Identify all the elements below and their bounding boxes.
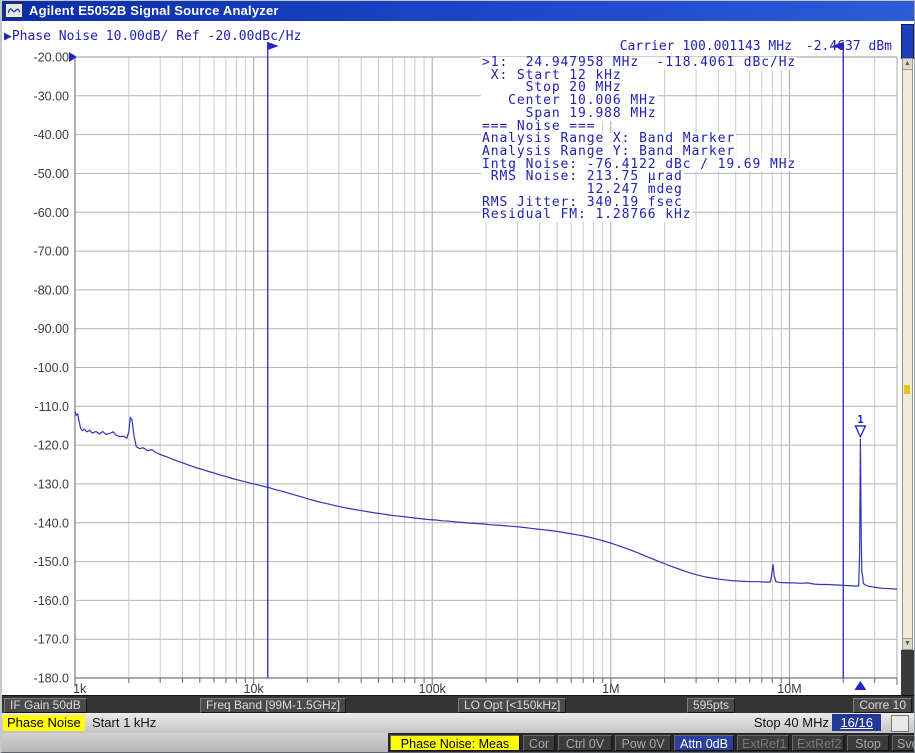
taskbar-ctrl-button[interactable]: Ctrl 0V [558, 735, 612, 751]
y-tick-label: -170.0 [34, 633, 69, 647]
points-badge[interactable]: 595pts [687, 698, 735, 713]
x-tick-label: 10k [244, 682, 265, 695]
trace-scale-label: Phase Noise 10.00dB/ Ref -20.00dBc/Hz [12, 29, 302, 44]
y-tick-label: -30.00 [34, 89, 69, 103]
taskbar-power-button[interactable]: Pow 0V [615, 735, 671, 751]
y-tick-label: -70.00 [34, 245, 69, 259]
y-tick-label: -180.0 [34, 672, 69, 686]
scrollbar-thumb[interactable] [901, 24, 914, 59]
y-tick-label: -50.00 [34, 167, 69, 181]
app-icon [5, 3, 23, 18]
y-tick-label: -150.0 [34, 555, 69, 569]
marker-1-symbol[interactable] [855, 426, 865, 437]
scroll-up-icon[interactable]: ▲ [902, 58, 913, 70]
x-axis-labels: 1k 10k 100k 1M 10M [73, 682, 802, 695]
y-tick-label: -100.0 [34, 361, 69, 375]
taskbar-stop-button[interactable]: Stop [847, 735, 889, 751]
taskbar-measurement-button[interactable]: Phase Noise: Meas [390, 735, 520, 751]
freq-band-badge[interactable]: Freq Band [99M-1.5GHz] [200, 698, 346, 713]
y-tick-label: -160.0 [34, 594, 69, 608]
phase-noise-trace [75, 411, 897, 589]
taskbar-svc-button[interactable]: Svc [892, 735, 915, 751]
waveform-icon-glyph [8, 6, 20, 15]
hardware-status-bar: IF Gain 50dB Freq Band [99M-1.5GHz] LO O… [0, 695, 915, 714]
y-tick-label: -80.00 [34, 283, 69, 297]
x-tick-label: 1M [602, 682, 619, 695]
marker-1-label: 1 [857, 413, 864, 426]
y-tick-label: -140.0 [34, 516, 69, 530]
y-tick-label: -90.00 [34, 322, 69, 336]
window-title: Agilent E5052B Signal Source Analyzer [29, 3, 279, 18]
marker-1-position-triangle-icon[interactable] [854, 681, 866, 690]
scrollbar-marker [904, 385, 910, 394]
ref-level-arrow-icon[interactable] [69, 52, 77, 62]
scroll-down-icon[interactable]: ▼ [902, 638, 913, 650]
scrollbar-track[interactable] [902, 58, 913, 650]
x-tick-label: 10M [777, 682, 801, 695]
taskbar-cor-button[interactable]: Cor [523, 735, 555, 751]
y-tick-label: -110.0 [34, 400, 69, 414]
carrier-power: -2.4637 dBm [806, 39, 892, 54]
taskbar-extref2-button[interactable]: ExtRef2 [792, 735, 844, 751]
title-bar: Agilent E5052B Signal Source Analyzer [0, 0, 915, 21]
carrier-frequency: Carrier 100.001143 MHz [620, 39, 792, 54]
stop-freq-label: Stop 40 MHz [754, 715, 829, 731]
lo-opt-badge[interactable]: LO Opt [<150kHz] [458, 698, 566, 713]
taskbar-keys: Phase Noise: Meas Cor Ctrl 0V Pow 0V Att… [388, 733, 915, 753]
y-tick-label: -60.00 [34, 206, 69, 220]
y-tick-label: -40.00 [34, 128, 69, 142]
taskbar-attenuator-button[interactable]: Attn 0dB [674, 735, 734, 751]
x-tick-label: 1k [73, 682, 87, 695]
carrier-readout: Carrier 100.001143 MHz -2.4637 dBm [619, 39, 893, 54]
y-tick-label: -120.0 [34, 439, 69, 453]
if-gain-badge[interactable]: IF Gain 50dB [4, 698, 87, 713]
y-tick-label: -20.00 [34, 51, 69, 65]
status-square[interactable] [891, 715, 909, 732]
start-freq-label: Start 1 kHz [92, 715, 156, 731]
side-scrollbar[interactable]: ▲ ▼ [901, 22, 914, 695]
measurement-status-bar: Phase Noise Start 1 kHz Stop 40 MHz 16/1… [0, 713, 915, 734]
active-trace-arrow-icon: ▶ [4, 29, 12, 44]
correction-badge[interactable]: Corre 10 [853, 698, 912, 713]
trace-scale-readout: ▶Phase Noise 10.00dB/ Ref -20.00dBc/Hz [4, 29, 301, 44]
y-axis-labels: -20.00 -30.00 -40.00 -50.00 -60.00 -70.00 -80.… [34, 51, 70, 686]
x-tick-label: 100k [419, 682, 447, 695]
readout-line: Residual FM: 1.28766 kHz [481, 209, 692, 222]
instrument-taskbar: Phase Noise: Meas Cor Ctrl 0V Pow 0V Att… [0, 733, 915, 753]
mode-badge[interactable]: Phase Noise [3, 715, 85, 731]
scrollbar-lower-panel [901, 650, 914, 696]
x-axis-ticks [75, 678, 897, 685]
taskbar-extref1-button[interactable]: ExtRef1 [737, 735, 789, 751]
y-tick-label: -130.0 [34, 477, 69, 491]
average-count-badge: 16/16 [832, 714, 881, 731]
analyzer-screen: Agilent E5052B Signal Source Analyzer ▶P… [0, 0, 915, 753]
noise-analysis-readout: >1: 24.947958 MHz -118.4061 dBc/Hz X: St… [481, 57, 797, 222]
